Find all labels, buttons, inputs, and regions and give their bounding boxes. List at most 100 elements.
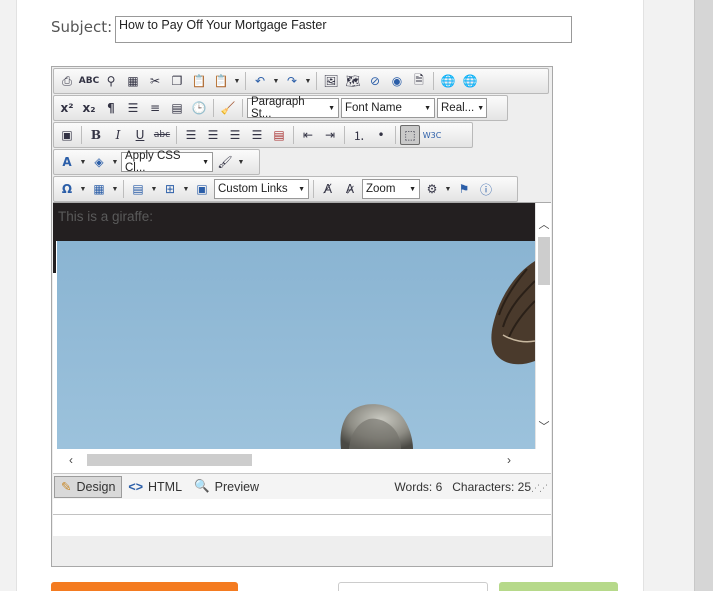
- media-icon[interactable]: ◉: [387, 71, 407, 91]
- page-scrollbar[interactable]: [694, 0, 713, 591]
- scroll-right-icon[interactable]: ›: [507, 453, 511, 467]
- format-brush-dropdown-icon[interactable]: ▼: [237, 159, 245, 166]
- toolbar-separator: [213, 99, 214, 117]
- horizontal-scroll-thumb[interactable]: [87, 454, 252, 466]
- table-dropdown-icon[interactable]: ▼: [111, 186, 119, 193]
- hyperlink-icon[interactable]: 🌐: [438, 71, 458, 91]
- toggle-border-icon[interactable]: ⬚: [400, 125, 420, 145]
- align-icon[interactable]: ≡: [145, 98, 165, 118]
- italic-icon[interactable]: I: [108, 125, 128, 145]
- format-brush-icon[interactable]: 🖌: [215, 152, 235, 172]
- design-mode-tab[interactable]: ✎ Design: [54, 475, 123, 498]
- forecolor-icon[interactable]: A: [57, 152, 77, 172]
- backcolor-dropdown-icon[interactable]: ▼: [111, 159, 119, 166]
- toolbar-separator: [316, 72, 317, 90]
- redo-icon[interactable]: ↷: [282, 71, 302, 91]
- forecolor-dropdown-icon[interactable]: ▼: [79, 159, 87, 166]
- font-size-select[interactable]: Real... ▼: [437, 98, 487, 118]
- horizontal-rule-icon[interactable]: ▤: [269, 125, 289, 145]
- primary-action-button[interactable]: [51, 582, 238, 591]
- vertical-scroll-thumb[interactable]: [538, 237, 550, 285]
- content-horizontal-scrollbar[interactable]: ‹ ›: [53, 449, 551, 471]
- align-center-icon[interactable]: ☰: [203, 125, 223, 145]
- strikethrough-icon[interactable]: abc: [152, 125, 172, 145]
- select-all-icon[interactable]: ▦: [123, 71, 143, 91]
- track-changes-icon[interactable]: ⚑: [454, 179, 474, 199]
- paragraph-style-select[interactable]: Paragraph St... ▼: [247, 96, 339, 120]
- zoom-select[interactable]: Zoom ▼: [362, 179, 420, 199]
- copy-icon[interactable]: ❐: [167, 71, 187, 91]
- bold-icon[interactable]: B: [86, 125, 106, 145]
- giraffe-image[interactable]: [57, 241, 535, 449]
- case-upper-icon[interactable]: A̸: [318, 179, 338, 199]
- find-icon[interactable]: ⚲: [101, 71, 121, 91]
- content-vertical-scrollbar[interactable]: ︿ ﹀: [535, 203, 551, 449]
- superscript-icon[interactable]: x²: [57, 98, 77, 118]
- scroll-down-icon[interactable]: ﹀: [538, 421, 550, 433]
- bullet-list-icon[interactable]: •: [371, 125, 391, 145]
- undo-icon[interactable]: ↶: [250, 71, 270, 91]
- module-icon[interactable]: ⚙: [422, 179, 442, 199]
- align-right-icon[interactable]: ☰: [225, 125, 245, 145]
- symbol-dropdown-icon[interactable]: ▼: [79, 186, 87, 193]
- html-mode-tab[interactable]: <> HTML: [122, 476, 188, 498]
- paste-dropdown-icon[interactable]: ▼: [233, 78, 241, 85]
- preview-tab-label: Preview: [214, 479, 260, 494]
- insert-row-dropdown-icon[interactable]: ▼: [150, 186, 158, 193]
- characters-count: 25: [517, 480, 531, 494]
- indent-icon[interactable]: ⇥: [320, 125, 340, 145]
- backcolor-icon[interactable]: ◈: [89, 152, 109, 172]
- toolbar-separator: [123, 180, 124, 198]
- clean-icon[interactable]: 🧹: [218, 98, 238, 118]
- image-icon[interactable]: 🖼: [321, 71, 341, 91]
- outdent-icon[interactable]: ⇤: [298, 125, 318, 145]
- remove-link-icon[interactable]: 🌐: [460, 71, 480, 91]
- undo-dropdown-icon[interactable]: ▼: [272, 78, 280, 85]
- toolbar-row-4: A ▼ ◈ ▼ Apply CSS Cl... ▼ 🖌 ▼: [53, 149, 260, 175]
- align-left-icon[interactable]: ☰: [181, 125, 201, 145]
- css-class-select[interactable]: Apply CSS Cl... ▼: [121, 150, 213, 174]
- case-lower-icon[interactable]: A̷: [340, 179, 360, 199]
- subject-input[interactable]: How to Pay Off Your Mortgage Faster: [115, 16, 572, 43]
- preview-mode-tab[interactable]: 🔍 Preview: [188, 476, 265, 498]
- underline-icon[interactable]: U: [130, 125, 150, 145]
- form-icon[interactable]: ▤: [167, 98, 187, 118]
- table-icon[interactable]: ▦: [89, 179, 109, 199]
- secondary-action-button[interactable]: [338, 582, 488, 591]
- font-name-select[interactable]: Font Name ▼: [341, 98, 435, 118]
- resize-grip-icon[interactable]: ⋰⋰: [531, 483, 548, 494]
- paragraph-icon[interactable]: ¶: [101, 98, 121, 118]
- paste-icon[interactable]: 📋: [189, 71, 209, 91]
- element-icon[interactable]: ▣: [192, 179, 212, 199]
- print-icon[interactable]: ⎙: [57, 71, 77, 91]
- paste-options-icon[interactable]: 📋: [211, 71, 231, 91]
- image-map-icon[interactable]: 🗺: [343, 71, 363, 91]
- footer-divider: [53, 514, 551, 515]
- scroll-left-icon[interactable]: ‹: [69, 453, 73, 467]
- subscript-icon[interactable]: x₂: [79, 98, 99, 118]
- cut-icon[interactable]: ✂: [145, 71, 165, 91]
- flash-icon[interactable]: ⊘: [365, 71, 385, 91]
- redo-dropdown-icon[interactable]: ▼: [304, 78, 312, 85]
- new-paragraph-icon[interactable]: ☰: [123, 98, 143, 118]
- words-label: Words:: [394, 480, 433, 494]
- about-icon[interactable]: ⓘ: [476, 179, 496, 199]
- w3c-icon[interactable]: W3C: [422, 125, 442, 145]
- scroll-up-icon[interactable]: ︿: [538, 219, 550, 231]
- cell-icon[interactable]: ⊞: [160, 179, 180, 199]
- cell-dropdown-icon[interactable]: ▼: [182, 186, 190, 193]
- confirm-action-button[interactable]: [499, 582, 618, 591]
- module-dropdown-icon[interactable]: ▼: [444, 186, 452, 193]
- numbered-list-icon[interactable]: ⒈: [349, 125, 369, 145]
- spellcheck-icon[interactable]: ABC: [79, 71, 99, 91]
- insert-row-icon[interactable]: ▤: [128, 179, 148, 199]
- justify-icon[interactable]: ☰: [247, 125, 267, 145]
- date-icon[interactable]: 🕒: [189, 98, 209, 118]
- symbol-icon[interactable]: Ω: [57, 179, 77, 199]
- toolbar-separator: [293, 126, 294, 144]
- text-cursor: [53, 241, 56, 273]
- code-icon: <>: [128, 479, 144, 494]
- template-icon[interactable]: 🗎: [409, 71, 429, 91]
- image-properties-icon[interactable]: ▣: [57, 125, 77, 145]
- custom-links-select[interactable]: Custom Links ▼: [214, 179, 309, 199]
